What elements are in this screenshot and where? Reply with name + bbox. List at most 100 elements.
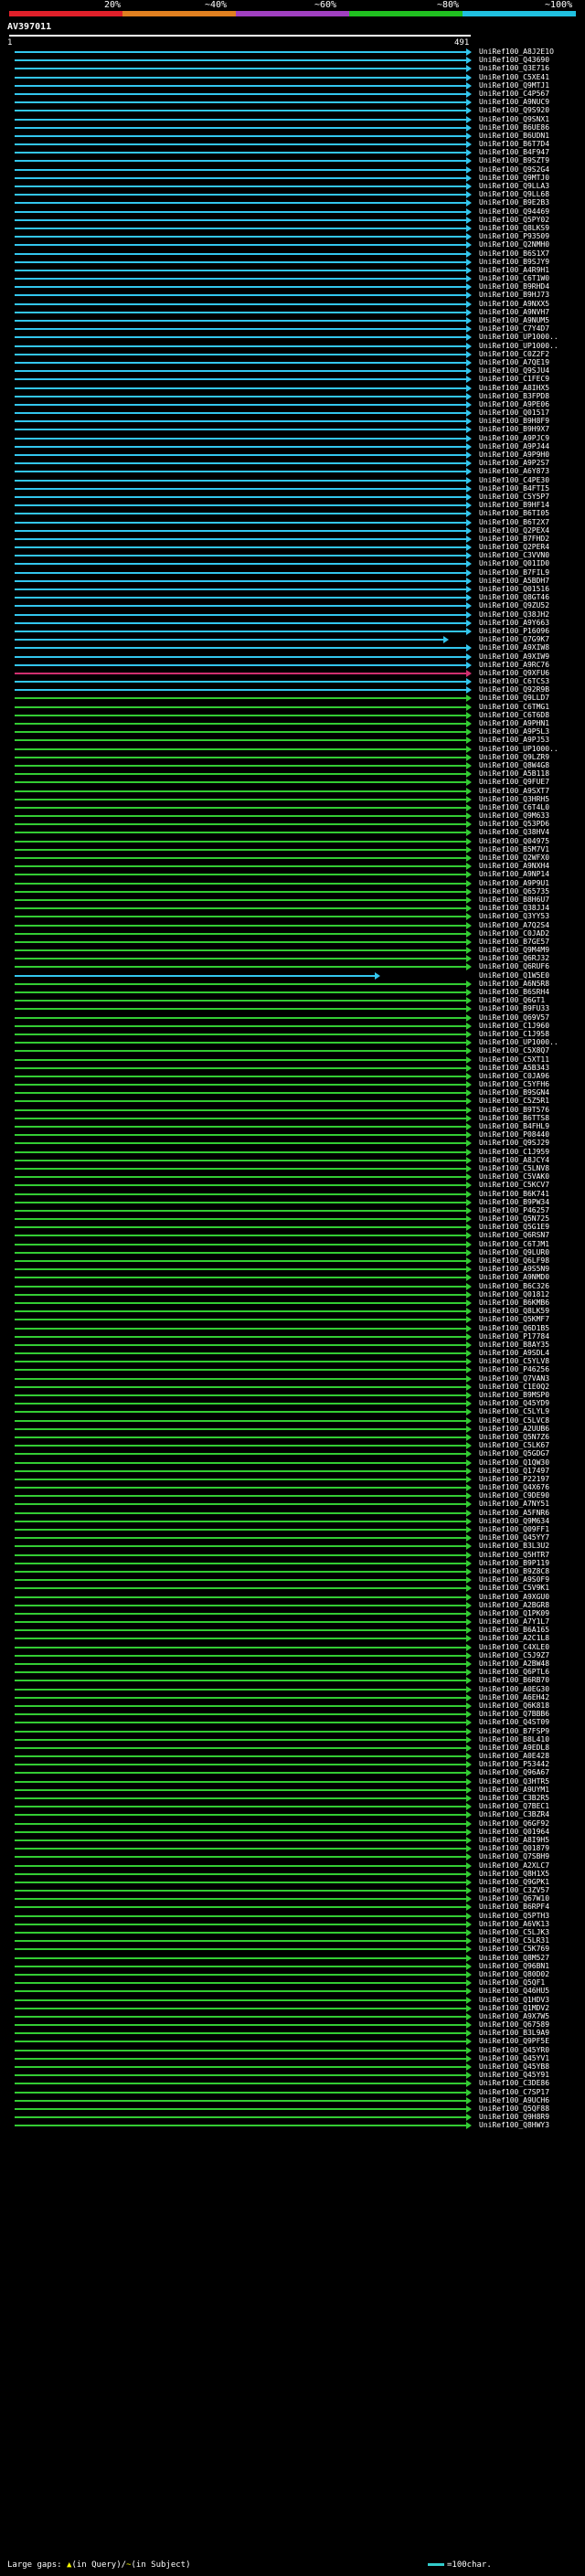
hit-row[interactable]: UniRef100_B6T7D4 — [0, 140, 585, 149]
hit-label[interactable]: UniRef100_B9PW34 — [479, 1198, 549, 1206]
hit-label[interactable]: UniRef100_A9P9U1 — [479, 879, 549, 887]
hit-row[interactable]: UniRef100_Q92R9B — [0, 685, 585, 694]
hit-row[interactable]: UniRef100_Q9MTJ1 — [0, 81, 585, 90]
hit-label[interactable]: UniRef100_A9EDL8 — [479, 1744, 549, 1752]
hit-label[interactable]: UniRef100_Q46HU5 — [479, 1987, 549, 1995]
hit-alignment-line[interactable] — [15, 1453, 466, 1456]
hit-alignment-line[interactable] — [15, 1722, 466, 1724]
hit-alignment-line[interactable] — [15, 1352, 466, 1355]
hit-row[interactable]: UniRef100_Q9M633 — [0, 811, 585, 821]
hit-label[interactable]: UniRef100_C5LVC8 — [479, 1416, 549, 1425]
hit-alignment-line[interactable] — [15, 832, 466, 834]
hit-alignment-line[interactable] — [15, 1713, 466, 1716]
hit-alignment-line[interactable] — [15, 1100, 466, 1103]
hit-row[interactable]: UniRef100_C5YFH6 — [0, 1080, 585, 1089]
hit-alignment-line[interactable] — [15, 227, 466, 229]
hit-alignment-line[interactable] — [15, 1553, 466, 1556]
hit-row[interactable]: UniRef100_A7Y1L7 — [0, 1617, 585, 1627]
hit-label[interactable]: UniRef100_C5LYL9 — [479, 1407, 549, 1415]
hit-alignment-line[interactable] — [15, 1134, 466, 1137]
hit-label[interactable]: UniRef100_C5KCV7 — [479, 1181, 549, 1189]
hit-label[interactable]: UniRef100_A9NVH7 — [479, 308, 549, 316]
hit-row[interactable]: UniRef100_Q9LZR9 — [0, 753, 585, 761]
hit-label[interactable]: UniRef100_Q9LLA3 — [479, 182, 549, 190]
hit-label[interactable]: UniRef100_Q7SBH9 — [479, 1852, 549, 1860]
hit-label[interactable]: UniRef100_C4PE30 — [479, 476, 549, 484]
hit-row[interactable]: UniRef100_A9NUM5 — [0, 316, 585, 324]
hit-alignment-line[interactable] — [15, 1503, 466, 1506]
hit-row[interactable]: UniRef100_B6TTS8 — [0, 1114, 585, 1122]
hit-alignment-line[interactable] — [15, 1033, 466, 1035]
hit-label[interactable]: UniRef100_A9NXX5 — [479, 300, 549, 308]
hit-alignment-line[interactable] — [15, 1193, 466, 1195]
hit-alignment-line[interactable] — [15, 1000, 466, 1002]
hit-row[interactable]: UniRef100_Q3E716 — [0, 64, 585, 73]
hit-alignment-line[interactable] — [15, 555, 466, 557]
hit-label[interactable]: UniRef100_Q8M527 — [479, 1954, 549, 1962]
hit-label[interactable]: UniRef100_A0EG30 — [479, 1685, 549, 1693]
hit-row[interactable]: UniRef100_Q67W10 — [0, 1894, 585, 1903]
hit-alignment-line[interactable] — [15, 2074, 466, 2077]
hit-alignment-line[interactable] — [15, 1906, 466, 1909]
hit-alignment-line[interactable] — [15, 840, 466, 843]
hit-row[interactable]: UniRef100_B8L410 — [0, 1735, 585, 1744]
hit-row[interactable]: UniRef100_A9X7W5 — [0, 2012, 585, 2020]
hit-row[interactable]: UniRef100_A9PJC9 — [0, 434, 585, 442]
hit-row[interactable]: UniRef100_Q01879 — [0, 1844, 585, 1853]
hit-row[interactable]: UniRef100_Q5HTR7 — [0, 1551, 585, 1559]
hit-row[interactable]: UniRef100_B6C326 — [0, 1282, 585, 1290]
hit-alignment-line[interactable] — [15, 1898, 466, 1901]
hit-label[interactable]: UniRef100_B6RPF4 — [479, 1903, 549, 1911]
hit-label[interactable]: UniRef100_UP1000.. — [479, 745, 558, 753]
hit-label[interactable]: UniRef100_A9S0F9 — [479, 1575, 549, 1584]
hit-row[interactable]: UniRef100_C1E0Q2 — [0, 1383, 585, 1391]
hit-label[interactable]: UniRef100_C5XE41 — [479, 73, 549, 81]
hit-label[interactable]: UniRef100_P22197 — [479, 1475, 549, 1483]
hit-alignment-line[interactable] — [15, 168, 466, 171]
hit-alignment-line[interactable] — [15, 504, 466, 507]
hit-alignment-line[interactable] — [15, 605, 466, 608]
hit-alignment-line[interactable] — [15, 202, 466, 205]
hit-row[interactable]: UniRef100_B6RPF4 — [0, 1903, 585, 1912]
hit-row[interactable]: UniRef100_C3VVN0 — [0, 551, 585, 560]
hit-label[interactable]: UniRef100_Q53PD6 — [479, 820, 549, 828]
hit-row[interactable]: UniRef100_Q9LLA3 — [0, 182, 585, 190]
hit-row[interactable]: UniRef100_Q17497 — [0, 1467, 585, 1475]
hit-row[interactable]: UniRef100_Q1PK09 — [0, 1609, 585, 1617]
hit-label[interactable]: UniRef100_Q01517 — [479, 408, 549, 417]
hit-row[interactable]: UniRef100_C3ZV57 — [0, 1886, 585, 1895]
hit-row[interactable]: UniRef100_B9SGN4 — [0, 1088, 585, 1097]
hit-alignment-line[interactable] — [15, 537, 466, 540]
hit-row[interactable]: UniRef100_Q01ID0 — [0, 559, 585, 568]
hit-alignment-line[interactable] — [15, 160, 466, 163]
hit-row[interactable]: UniRef100_B9HJ73 — [0, 291, 585, 300]
hit-row[interactable]: UniRef100_C3DE86 — [0, 2079, 585, 2088]
hit-alignment-line[interactable] — [15, 1310, 466, 1313]
hit-alignment-line[interactable] — [15, 898, 466, 901]
hit-label[interactable]: UniRef100_B9H8F9 — [479, 417, 549, 425]
hit-row[interactable]: UniRef100_A9PJ53 — [0, 736, 585, 745]
hit-alignment-line[interactable] — [15, 1343, 466, 1346]
hit-label[interactable]: UniRef100_Q9LLD7 — [479, 694, 549, 702]
hit-alignment-line[interactable] — [15, 1764, 466, 1766]
hit-alignment-line[interactable] — [15, 1696, 466, 1699]
hit-row[interactable]: UniRef100_Q5N725 — [0, 1214, 585, 1224]
hit-row[interactable]: UniRef100_A9SXT7 — [0, 787, 585, 795]
hit-label[interactable]: UniRef100_A8IHX5 — [479, 384, 549, 392]
hit-label[interactable]: UniRef100_C6TCS3 — [479, 677, 549, 685]
hit-alignment-line[interactable] — [15, 966, 466, 969]
hit-label[interactable]: UniRef100_Q5GDG7 — [479, 1449, 549, 1458]
hit-label[interactable]: UniRef100_Q9LZR9 — [479, 753, 549, 761]
hit-label[interactable]: UniRef100_UP1000.. — [479, 333, 558, 341]
hit-alignment-line[interactable] — [15, 1159, 466, 1161]
hit-label[interactable]: UniRef100_A6Y873 — [479, 467, 549, 475]
hit-row[interactable]: UniRef100_B9Z8C8 — [0, 1567, 585, 1575]
hit-row[interactable]: UniRef100_B9FU33 — [0, 1004, 585, 1013]
hit-row[interactable]: UniRef100_Q9ZU52 — [0, 601, 585, 610]
hit-label[interactable]: UniRef100_A9PJC9 — [479, 434, 549, 442]
hit-label[interactable]: UniRef100_A2UUB6 — [479, 1425, 549, 1433]
hit-alignment-line[interactable] — [15, 1050, 466, 1053]
hit-label[interactable]: UniRef100_Q5N7Z6 — [479, 1433, 549, 1441]
hit-label[interactable]: UniRef100_Q5KMF7 — [479, 1315, 549, 1323]
hit-row[interactable]: UniRef100_C9DE90 — [0, 1491, 585, 1500]
